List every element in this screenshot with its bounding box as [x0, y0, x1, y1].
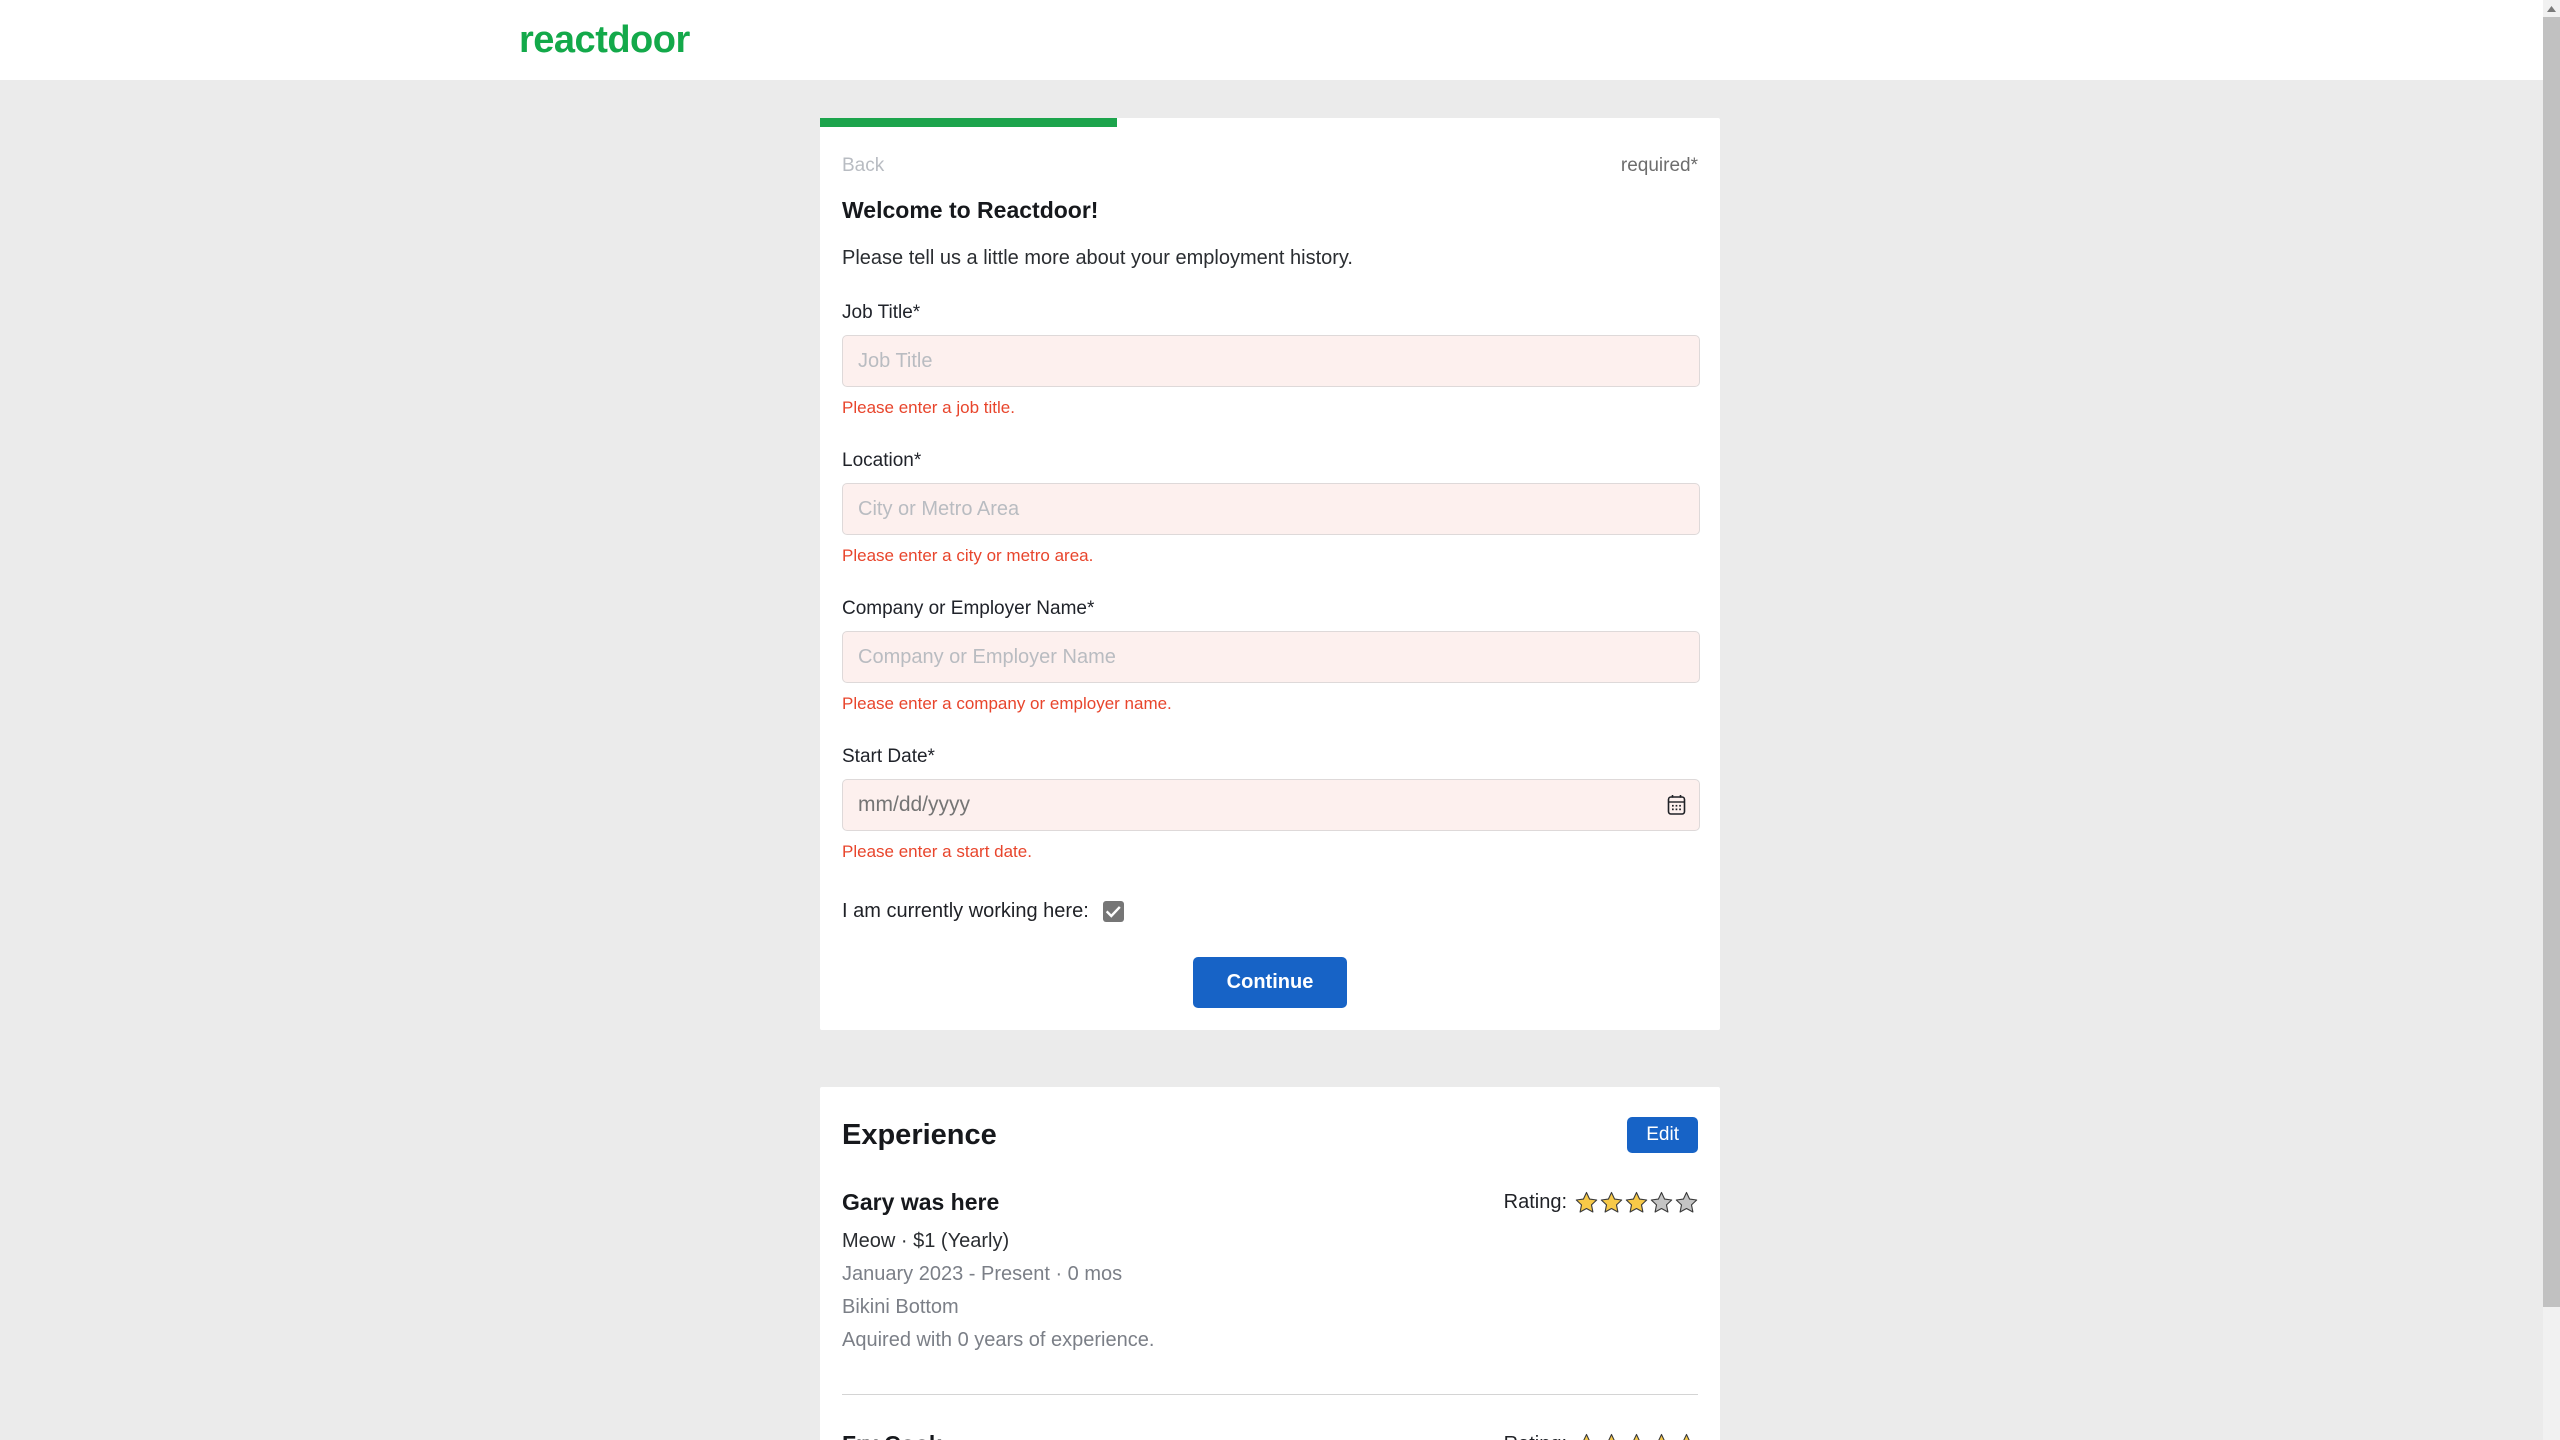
- field-company: Company or Employer Name* Please enter a…: [842, 598, 1700, 714]
- field-location: Location* Please enter a city or metro a…: [842, 450, 1700, 566]
- currently-working-label: I am currently working here:: [842, 900, 1089, 922]
- star-filled-icon[interactable]: [1625, 1433, 1648, 1440]
- experience-rating: Rating:: [1504, 1189, 1698, 1214]
- experience-item: Fry Cook Krusty Krab · $1 (Yearly) May 1…: [842, 1394, 1698, 1440]
- star-rating-0[interactable]: [1575, 1191, 1698, 1214]
- start-date-input[interactable]: [842, 779, 1700, 831]
- start-date-label: Start Date*: [842, 746, 935, 767]
- star-filled-icon[interactable]: [1675, 1433, 1698, 1440]
- company-label: Company or Employer Name*: [842, 598, 1095, 619]
- scrollbar-thumb[interactable]: [2543, 17, 2560, 1307]
- experience-item: Gary was here Meow · $1 (Yearly) January…: [842, 1153, 1698, 1362]
- star-filled-icon[interactable]: [1600, 1433, 1623, 1440]
- star-rating-1[interactable]: [1575, 1433, 1698, 1440]
- progress-bar: [820, 118, 1720, 127]
- vertical-scrollbar[interactable]: [2543, 0, 2560, 1440]
- brand-logo[interactable]: reactdoor: [519, 21, 690, 59]
- experience-card: Experience Edit Gary was here Meow · $1 …: [820, 1087, 1720, 1440]
- continue-button[interactable]: Continue: [1192, 957, 1348, 1008]
- star-filled-icon[interactable]: [1650, 1433, 1673, 1440]
- company-error: Please enter a company or employer name.: [842, 694, 1172, 713]
- experience-job-title: Gary was here: [842, 1189, 1000, 1215]
- job-title-label: Job Title*: [842, 302, 921, 323]
- experience-rating: Rating:: [1504, 1431, 1698, 1440]
- edit-experience-button[interactable]: Edit: [1627, 1117, 1698, 1153]
- field-start-date: Start Date* mm/dd/yyyy Please enter a st…: [842, 746, 1700, 862]
- app-root: reactdoor Back required* Welcome to Reac…: [0, 0, 2560, 1440]
- star-filled-icon[interactable]: [1600, 1191, 1623, 1214]
- star-empty-icon[interactable]: [1675, 1191, 1698, 1214]
- experience-dates: January 2023 - Present · 0 mos: [842, 1263, 1123, 1285]
- checkmark-icon: [1105, 905, 1121, 918]
- location-error: Please enter a city or metro area.: [842, 546, 1094, 565]
- currently-working-checkbox[interactable]: [1102, 901, 1124, 922]
- job-title-error: Please enter a job title.: [842, 398, 1015, 417]
- job-title-input[interactable]: [842, 335, 1700, 387]
- page-body: Back required* Welcome to Reactdoor! Ple…: [0, 80, 2543, 1440]
- experience-title: Experience: [842, 1118, 997, 1151]
- experience-job-title: Fry Cook: [842, 1431, 1144, 1440]
- page-title: Welcome to Reactdoor!: [842, 197, 1099, 223]
- top-navbar: reactdoor: [0, 0, 2543, 80]
- currently-working-row: I am currently working here:: [842, 900, 1698, 923]
- field-job-title: Job Title* Please enter a job title.: [842, 302, 1700, 418]
- star-empty-icon[interactable]: [1650, 1191, 1673, 1214]
- experience-location: Bikini Bottom: [842, 1296, 959, 1318]
- signup-form-card: Back required* Welcome to Reactdoor! Ple…: [820, 118, 1720, 1030]
- progress-bar-fill: [820, 118, 1117, 127]
- experience-header: Experience Edit: [842, 1117, 1698, 1153]
- back-link[interactable]: Back: [842, 155, 884, 177]
- star-filled-icon[interactable]: [1575, 1191, 1598, 1214]
- rating-label: Rating:: [1504, 1433, 1567, 1440]
- location-label: Location*: [842, 450, 922, 471]
- experience-company-pay: Meow · $1 (Yearly): [842, 1230, 1010, 1252]
- page-subtitle: Please tell us a little more about your …: [842, 247, 1353, 269]
- company-input[interactable]: [842, 631, 1700, 683]
- rating-label: Rating:: [1503, 1191, 1567, 1213]
- chevron-up-icon: [2547, 5, 2556, 12]
- scroll-up-button[interactable]: [2543, 0, 2560, 17]
- required-note: required*: [1620, 155, 1698, 176]
- start-date-error: Please enter a start date.: [842, 842, 1032, 861]
- experience-acquired: Aquired with 0 years of experience.: [842, 1329, 1155, 1351]
- star-filled-icon[interactable]: [1575, 1433, 1598, 1440]
- star-filled-icon[interactable]: [1625, 1191, 1648, 1214]
- card-top-row: Back required*: [842, 155, 1698, 177]
- location-input[interactable]: [842, 483, 1700, 535]
